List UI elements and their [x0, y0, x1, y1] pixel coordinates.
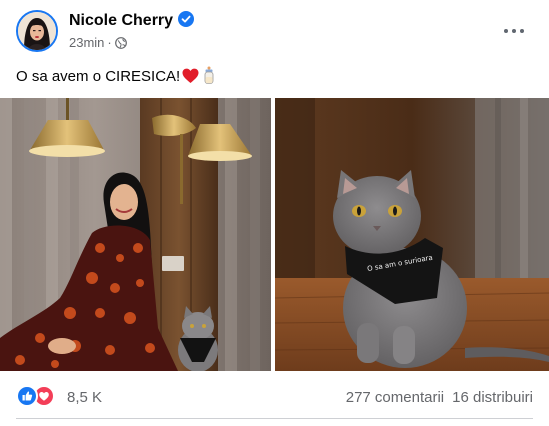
caption-text: O sa avem o CIRESICA!: [16, 68, 181, 85]
engagement-stats: 277 comentarii 16 distribuiri: [346, 389, 533, 406]
author-name-row: Nicole Cherry: [69, 11, 195, 32]
comments-count[interactable]: 277 comentarii: [346, 389, 444, 406]
photo-cat-with-bandana[interactable]: O sa am o surioara: [275, 98, 549, 371]
post-meta: 23min ·: [69, 35, 127, 52]
post-timestamp[interactable]: 23min: [69, 35, 104, 50]
avatar-image: [18, 12, 56, 50]
meta-separator: ·: [107, 35, 112, 50]
reactions-count[interactable]: 8,5 K: [67, 389, 102, 406]
author-avatar[interactable]: [16, 10, 58, 52]
globe-icon[interactable]: [114, 37, 127, 52]
baby-bottle-emoji: [203, 66, 215, 88]
footer-divider: [16, 418, 533, 419]
verified-badge-icon: [178, 11, 195, 32]
facebook-post: Nicole Cherry 23min · O sa avem o CIRESIC…: [0, 0, 549, 426]
more-options-icon[interactable]: [501, 18, 527, 44]
author-name[interactable]: Nicole Cherry: [69, 12, 173, 29]
like-icon: [16, 385, 38, 407]
post-header: Nicole Cherry 23min ·: [0, 0, 549, 62]
post-caption: O sa avem o CIRESICA!: [16, 66, 215, 88]
shares-count[interactable]: 16 distribuiri: [452, 389, 533, 406]
photo-woman-with-cat[interactable]: [0, 98, 271, 371]
red-heart-emoji: [182, 68, 199, 88]
